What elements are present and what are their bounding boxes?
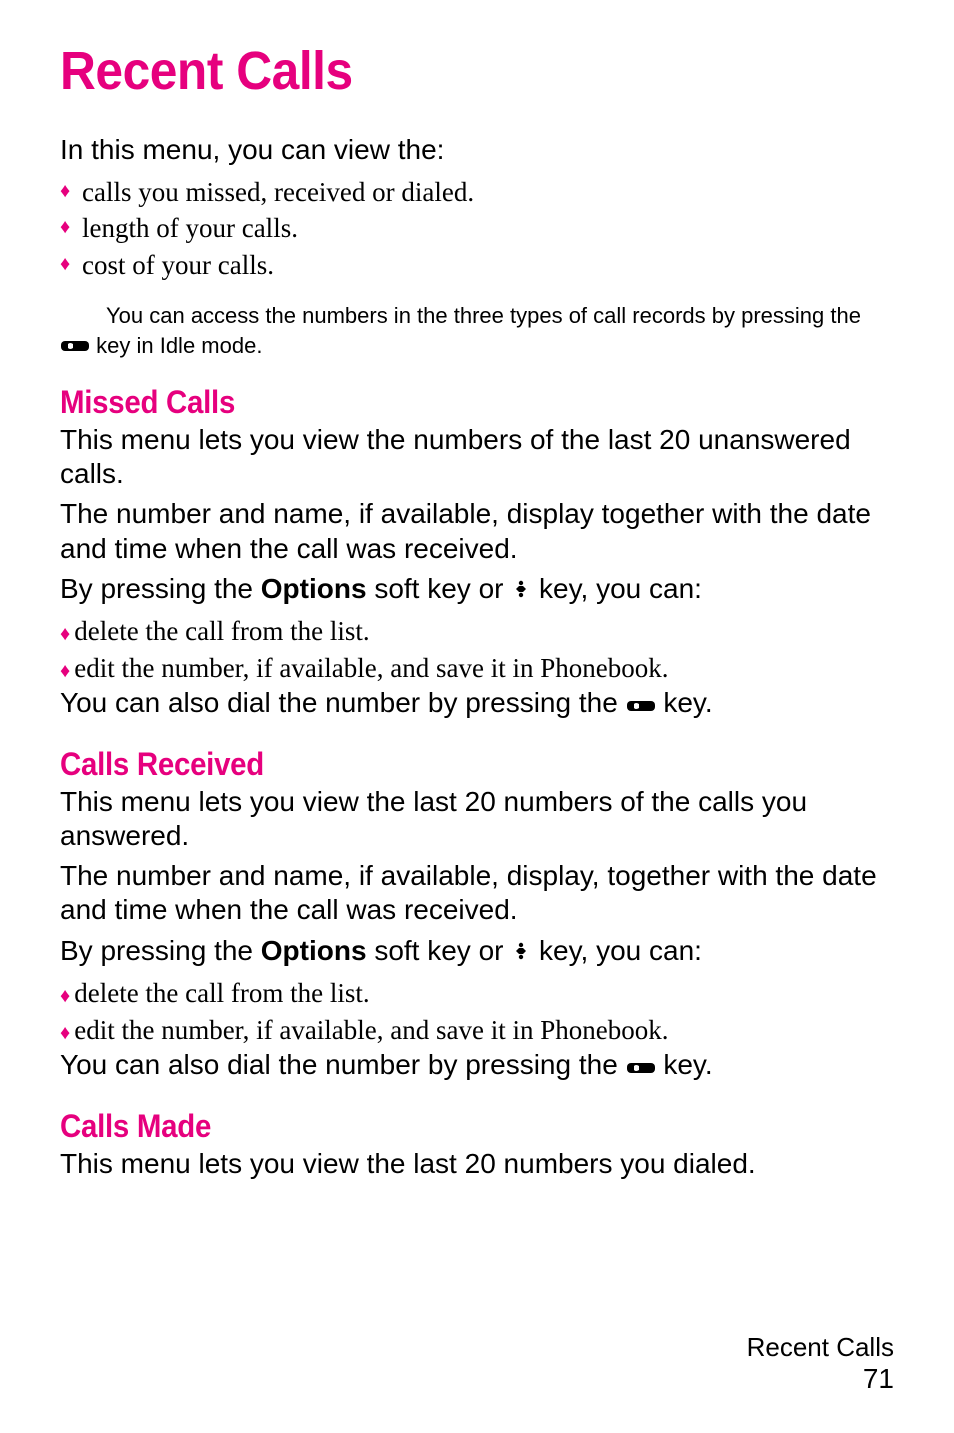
body-text: The number and name, if available, displ…: [60, 859, 894, 927]
body-text: The number and name, if available, displ…: [60, 497, 894, 565]
list-item: ♦delete the call from the list.: [60, 613, 894, 649]
body-text: This menu lets you view the last 20 numb…: [60, 1147, 894, 1181]
list-item: ♦edit the number, if available, and save…: [60, 650, 894, 686]
text-fragment: You can also dial the number by pressing…: [60, 1049, 626, 1080]
text-fragment: key.: [663, 687, 712, 718]
list-item: ♦edit the number, if available, and save…: [60, 1012, 894, 1048]
send-key-icon: [626, 1050, 656, 1084]
list-item: cost of your calls.: [60, 247, 894, 283]
text-fragment: By pressing the: [60, 935, 261, 966]
bullet-text: edit the number, if available, and save …: [74, 653, 668, 683]
calls-received-section: Calls Received This menu lets you view t…: [60, 746, 894, 1084]
text-fragment: You can also dial the number by pressing…: [60, 687, 626, 718]
text-fragment: key, you can:: [531, 573, 702, 604]
intro-text: In this menu, you can view the:: [60, 134, 894, 166]
options-label: Options: [261, 573, 367, 604]
ok-key-icon: [511, 935, 531, 969]
text-fragment: soft key or: [367, 935, 512, 966]
page-title: Recent Calls: [60, 40, 827, 102]
options-label: Options: [261, 935, 367, 966]
send-key-icon: [60, 332, 90, 362]
note-paragraph: You can access the numbers in the three …: [60, 301, 894, 362]
text-fragment: key, you can:: [531, 935, 702, 966]
footer-section-label: Recent Calls: [747, 1332, 894, 1363]
body-text: This menu lets you view the last 20 numb…: [60, 785, 894, 853]
footer-page-number: 71: [747, 1363, 894, 1395]
calls-made-heading: Calls Made: [60, 1108, 827, 1145]
calls-received-heading: Calls Received: [60, 746, 827, 783]
page-footer: Recent Calls 71: [747, 1332, 894, 1395]
body-text: By pressing the Options soft key or key,…: [60, 934, 894, 970]
text-fragment: soft key or: [367, 573, 512, 604]
list-item: calls you missed, received or dialed.: [60, 174, 894, 210]
bullet-text: delete the call from the list.: [74, 616, 369, 646]
list-item: ♦delete the call from the list.: [60, 975, 894, 1011]
text-fragment: key.: [663, 1049, 712, 1080]
missed-calls-section: Missed Calls This menu lets you view the…: [60, 384, 894, 722]
ok-key-icon: [511, 573, 531, 607]
body-text: This menu lets you view the numbers of t…: [60, 423, 894, 491]
calls-made-section: Calls Made This menu lets you view the l…: [60, 1108, 894, 1181]
list-item: length of your calls.: [60, 210, 894, 246]
bullet-text: delete the call from the list.: [74, 978, 369, 1008]
note-suffix: key in Idle mode.: [96, 333, 262, 358]
missed-calls-heading: Missed Calls: [60, 384, 827, 421]
send-key-icon: [626, 688, 656, 722]
body-text: You can also dial the number by pressing…: [60, 1048, 894, 1084]
intro-bullet-list: calls you missed, received or dialed. le…: [60, 174, 894, 283]
body-text: You can also dial the number by pressing…: [60, 686, 894, 722]
note-prefix: You can access the numbers in the three …: [106, 303, 861, 328]
text-fragment: By pressing the: [60, 573, 261, 604]
bullet-text: edit the number, if available, and save …: [74, 1015, 668, 1045]
body-text: By pressing the Options soft key or key,…: [60, 572, 894, 608]
